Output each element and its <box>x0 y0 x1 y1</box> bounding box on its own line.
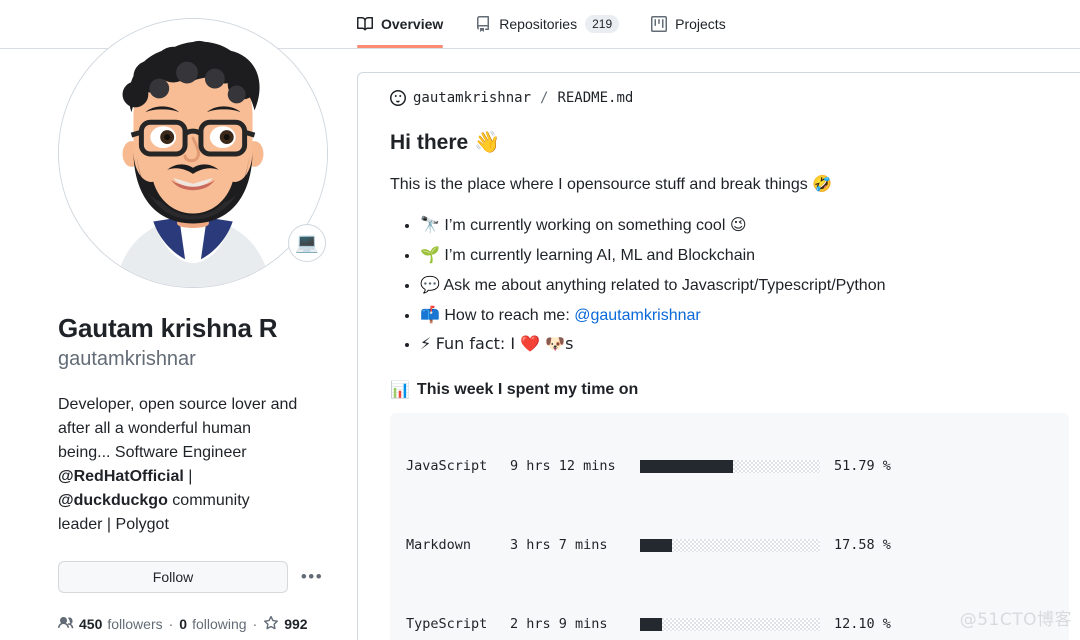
bar-track <box>640 460 820 474</box>
avatar[interactable] <box>58 18 328 288</box>
repo-icon <box>475 16 491 32</box>
following-label: following <box>192 616 247 632</box>
list-item: 💬 Ask me about anything related to Javas… <box>420 273 1069 299</box>
stars-link[interactable]: 992 <box>263 615 308 634</box>
lang-percent: 17.58 % <box>834 537 891 554</box>
bullet-text: How to reach me: <box>444 306 570 324</box>
lang-name: Markdown <box>406 537 472 554</box>
bullet-text: I’m currently learning AI, ML and Blockc… <box>444 247 756 265</box>
readme-heading: Hi there 👋 <box>390 129 1069 156</box>
lang-percent: 51.79 % <box>834 458 891 475</box>
readme-intro: This is the place where I opensource stu… <box>390 172 1069 197</box>
more-options-icon[interactable]: ••• <box>297 562 327 592</box>
follow-button[interactable]: Follow <box>58 560 288 593</box>
seedling-icon: 🌱 <box>420 245 440 265</box>
bar-fill <box>640 460 734 474</box>
profile-fullname: Gautam krishna R <box>58 313 278 343</box>
people-icon <box>58 615 74 634</box>
bar-chart-icon: 📊 <box>390 380 410 400</box>
bar-remainder <box>671 539 820 553</box>
bio-mention-duckduckgo: @duckduckgo <box>58 491 168 509</box>
twitter-handle-link[interactable]: @gautamkrishnar <box>574 307 701 324</box>
readme-intro-text: This is the place where I opensource stu… <box>390 176 808 194</box>
speech-balloon-icon: 💬 <box>420 274 440 294</box>
readme-owner[interactable]: gautamkrishnar <box>413 90 531 106</box>
lang-time: 9 hrs 12 mins <box>510 458 616 475</box>
bio-text-1: Developer, open source lover and after a… <box>58 395 298 461</box>
profile-sidebar: 💻 Gautam krishna R gautamkrishnar Develo… <box>58 18 348 640</box>
telescope-icon: 🔭 <box>420 215 440 235</box>
lang-time: 3 hrs 7 mins <box>510 537 608 554</box>
tab-repositories[interactable]: Repositories 219 <box>459 0 635 48</box>
stars-count: 992 <box>284 616 308 632</box>
readme-breadcrumb: gautamkrishnar / README.md <box>390 73 1069 123</box>
book-icon <box>357 16 373 32</box>
profile-bio: Developer, open source lover and after a… <box>58 393 298 537</box>
avatar-image <box>59 19 327 287</box>
bullet-text: Ask me about anything related to Javascr… <box>443 276 886 294</box>
avatar-container: 💻 <box>58 18 328 288</box>
readme-separator: / <box>540 90 549 106</box>
bar-remainder <box>733 460 820 474</box>
stats-separator-2: · <box>252 616 258 632</box>
followers-link[interactable]: 450 followers <box>58 615 163 634</box>
followers-label: followers <box>107 616 163 632</box>
mailbox-icon: 📫 <box>420 304 440 324</box>
followers-count: 450 <box>79 616 103 632</box>
tab-projects-label: Projects <box>675 16 726 32</box>
lang-name: TypeScript <box>406 616 488 633</box>
lang-name: JavaScript <box>406 458 488 475</box>
tab-repositories-label: Repositories <box>499 16 578 32</box>
readme-card: gautamkrishnar / README.md Hi there 👋 Th… <box>357 72 1080 640</box>
waka-heading-text: This week I spent my time on <box>416 380 639 398</box>
list-item: 📫 How to reach me: @gautamkrishnar <box>420 303 1069 329</box>
readme-bullet-list: 🔭 I’m currently working on something coo… <box>390 213 1069 358</box>
stats-separator-1: · <box>168 616 174 632</box>
lang-bar <box>640 427 834 506</box>
list-item: 🌱 I’m currently learning AI, ML and Bloc… <box>420 243 1069 269</box>
following-count: 0 <box>179 616 188 632</box>
lang-percent: 12.10 % <box>834 616 891 633</box>
repositories-count-badge: 219 <box>585 15 620 33</box>
bio-text-2: | <box>183 467 193 485</box>
waving-hand-icon: 👋 <box>474 130 501 154</box>
list-item: 🔭 I’m currently working on something coo… <box>420 213 1069 239</box>
smiley-icon <box>390 90 406 106</box>
following-link[interactable]: 0 following <box>179 616 246 632</box>
tab-overview-label: Overview <box>381 16 444 32</box>
bullet-text: Fun fact: I ❤️ 🐶s <box>435 334 574 354</box>
bar-track <box>640 539 820 553</box>
readme-heading-text: Hi there <box>390 131 469 154</box>
github-profile-page: Overview Repositories 219 Projects 💻 Gau… <box>0 0 1080 640</box>
bar-fill <box>640 618 662 632</box>
bio-mention-redhat: @RedHatOfficial <box>58 467 184 485</box>
readme-filename[interactable]: README.md <box>557 90 633 106</box>
laptop-icon: 💻 <box>295 231 319 254</box>
profile-username: gautamkrishnar <box>58 347 196 370</box>
wink-icon: 😉 <box>729 215 747 235</box>
project-icon <box>651 16 668 32</box>
star-icon <box>263 615 279 634</box>
lightning-icon: ⚡ <box>420 334 432 354</box>
profile-stats: 450 followers · 0 following · 992 <box>58 615 348 634</box>
bar-remainder <box>661 618 820 632</box>
list-item: ⚡ Fun fact: I ❤️ 🐶s <box>420 332 1069 358</box>
bar-fill <box>640 539 672 553</box>
status-emoji-badge[interactable]: 💻 <box>288 224 326 262</box>
profile-actions: Follow ••• <box>58 560 348 593</box>
waka-heading: 📊 This week I spent my time on <box>390 380 1069 399</box>
tab-overview[interactable]: Overview <box>357 0 459 48</box>
wakatime-table: JavaScript 9 hrs 12 mins 51.79 % Markdow… <box>406 427 891 640</box>
rofl-icon: 🤣 <box>812 174 833 194</box>
table-row: JavaScript 9 hrs 12 mins 51.79 % <box>406 427 891 506</box>
watermark: @51CTO博客 <box>959 610 1072 630</box>
bullet-text: I’m currently working on something cool <box>444 217 726 235</box>
profile-nav-tabs: Overview Repositories 219 Projects <box>357 0 742 48</box>
tab-projects[interactable]: Projects <box>635 0 742 48</box>
lang-time: 2 hrs 9 mins <box>510 616 608 633</box>
bar-track <box>640 618 820 632</box>
